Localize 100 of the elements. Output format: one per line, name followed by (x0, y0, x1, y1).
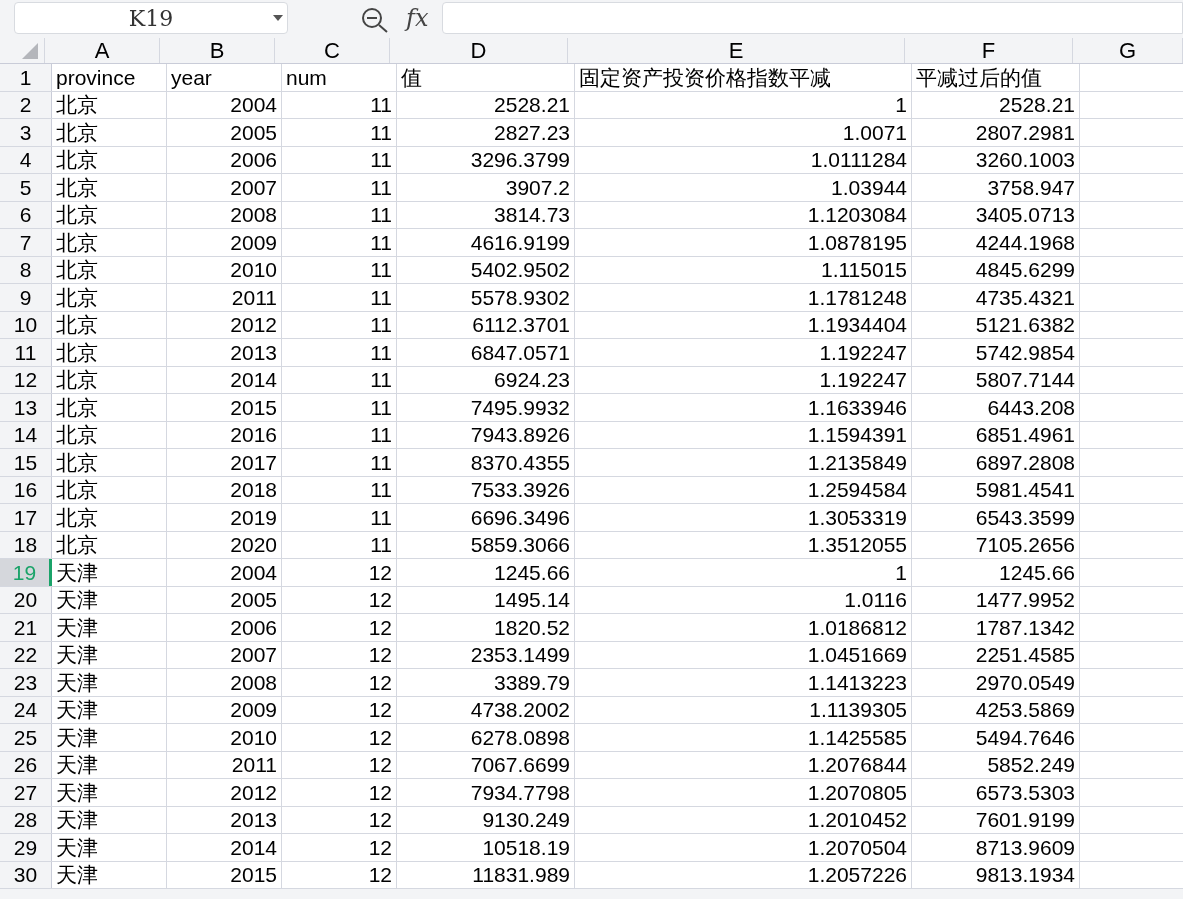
table-cell: 北京 (52, 421, 167, 448)
row-header[interactable]: 13 (0, 394, 52, 421)
table-cell: 2008 (167, 669, 282, 696)
table-cell: 12 (282, 641, 397, 668)
row-header[interactable]: 6 (0, 201, 52, 228)
table-cell: 北京 (52, 394, 167, 421)
column-header[interactable]: C (275, 38, 390, 63)
table-cell: 5742.9854 (912, 339, 1080, 366)
table-cell: 5402.9502 (397, 256, 575, 283)
row-header[interactable]: 17 (0, 504, 52, 531)
table-cell: 1.1203084 (575, 201, 912, 228)
column-header[interactable]: B (160, 38, 275, 63)
dropdown-caret-icon[interactable] (273, 15, 283, 21)
row-header[interactable]: 7 (0, 229, 52, 256)
row-header[interactable]: 4 (0, 146, 52, 173)
table-cell: 2353.1499 (397, 641, 575, 668)
row-header[interactable]: 9 (0, 284, 52, 311)
table-cell: 北京 (52, 146, 167, 173)
zoom-out-icon[interactable] (360, 7, 390, 33)
table-cell: 4738.2002 (397, 696, 575, 723)
table-cell: 2528.21 (912, 91, 1080, 118)
row-header[interactable]: 1 (0, 64, 52, 91)
table-cell: 7495.9932 (397, 394, 575, 421)
row-header[interactable]: 2 (0, 91, 52, 118)
row-header[interactable]: 20 (0, 586, 52, 613)
table-cell: 1 (575, 559, 912, 586)
table-cell: 6897.2808 (912, 449, 1080, 476)
table-cell: 11 (282, 174, 397, 201)
table-cell: 9813.1934 (912, 861, 1080, 888)
table-cell: 北京 (52, 119, 167, 146)
table-cell: 天津 (52, 696, 167, 723)
table-cell: 8370.4355 (397, 449, 575, 476)
table-cell: 5981.4541 (912, 476, 1080, 503)
row-header[interactable]: 18 (0, 531, 52, 558)
row-header[interactable]: 22 (0, 641, 52, 668)
table-cell: 1.192247 (575, 366, 912, 393)
table-cell: 1.2594584 (575, 476, 912, 503)
table-cell: 12 (282, 779, 397, 806)
table-cell: 12 (282, 586, 397, 613)
table-cell: 11 (282, 476, 397, 503)
table-cell: 2009 (167, 696, 282, 723)
table-cell: num (282, 64, 397, 91)
row-header[interactable]: 12 (0, 366, 52, 393)
row-header[interactable]: 21 (0, 614, 52, 641)
row-header[interactable]: 10 (0, 311, 52, 338)
table-cell: 6573.5303 (912, 779, 1080, 806)
name-box[interactable]: K19 (14, 2, 288, 34)
table-cell: 4735.4321 (912, 284, 1080, 311)
row-header[interactable]: 8 (0, 256, 52, 283)
table-cell: 天津 (52, 806, 167, 833)
row-header[interactable]: 16 (0, 476, 52, 503)
table-cell: 5807.7144 (912, 366, 1080, 393)
row-header[interactable]: 23 (0, 669, 52, 696)
table-cell: 1.2076844 (575, 751, 912, 778)
table-cell: 2016 (167, 421, 282, 448)
table-cell: 5578.9302 (397, 284, 575, 311)
table-cell: 10518.19 (397, 834, 575, 861)
column-header[interactable]: F (905, 38, 1073, 63)
row-header[interactable]: 30 (0, 861, 52, 888)
table-cell: 7934.7798 (397, 779, 575, 806)
table-cell: 1.0116 (575, 586, 912, 613)
table-cell: 2018 (167, 476, 282, 503)
table-cell: 3405.0713 (912, 201, 1080, 228)
row-header[interactable]: 24 (0, 696, 52, 723)
row-header[interactable]: 27 (0, 779, 52, 806)
row-header[interactable]: 5 (0, 174, 52, 201)
table-cell: 北京 (52, 284, 167, 311)
table-cell: 2019 (167, 504, 282, 531)
row-header[interactable]: 3 (0, 119, 52, 146)
table-cell: 固定资产投资价格指数平减 (575, 64, 912, 91)
column-header[interactable]: E (568, 38, 905, 63)
column-header[interactable]: G (1073, 38, 1183, 63)
table-cell: 2012 (167, 779, 282, 806)
table-cell: 11 (282, 229, 397, 256)
row-header[interactable]: 28 (0, 806, 52, 833)
table-cell: 2006 (167, 146, 282, 173)
row-header[interactable]: 29 (0, 834, 52, 861)
table-cell: 值 (397, 64, 575, 91)
table-cell: 2007 (167, 641, 282, 668)
table-cell: 7067.6699 (397, 751, 575, 778)
table-cell: 3814.73 (397, 201, 575, 228)
table-cell: 1.2057226 (575, 861, 912, 888)
row-header[interactable]: 15 (0, 449, 52, 476)
table-cell: 9130.249 (397, 806, 575, 833)
row-header[interactable]: 25 (0, 724, 52, 751)
table-cell: 12 (282, 669, 397, 696)
formula-input-field[interactable] (442, 2, 1183, 34)
table-cell: 6112.3701 (397, 311, 575, 338)
table-cell: 12 (282, 724, 397, 751)
column-header[interactable]: D (390, 38, 568, 63)
table-cell: 2015 (167, 861, 282, 888)
table-cell: 北京 (52, 256, 167, 283)
row-header[interactable]: 26 (0, 751, 52, 778)
table-cell: 平减过后的值 (912, 64, 1080, 91)
function-icon[interactable]: fx (406, 6, 429, 30)
table-cell: 天津 (52, 834, 167, 861)
table-cell: 12 (282, 614, 397, 641)
row-header[interactable]: 11 (0, 339, 52, 366)
column-header[interactable]: A (45, 38, 160, 63)
row-header[interactable]: 14 (0, 421, 52, 448)
